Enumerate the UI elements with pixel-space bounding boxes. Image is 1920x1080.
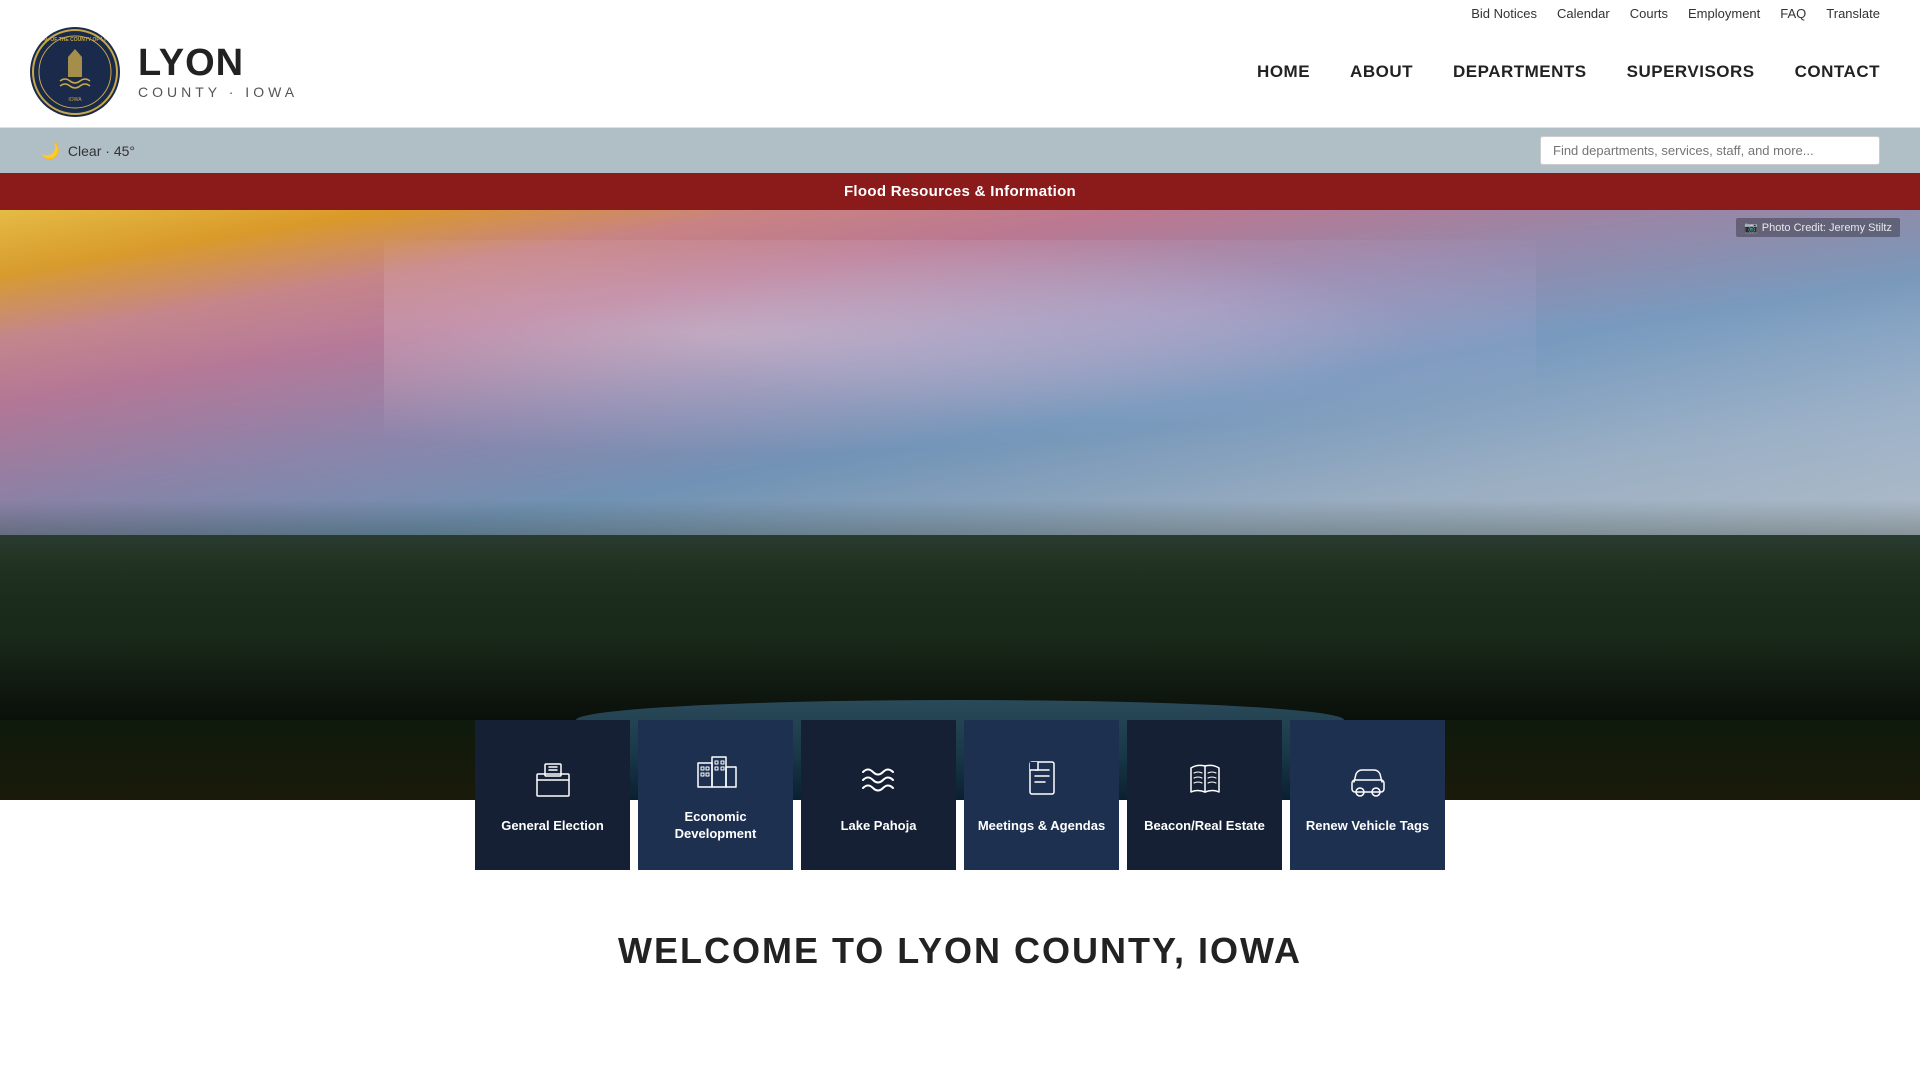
beacon-icon <box>1183 756 1227 806</box>
logo-name: LYON <box>138 43 298 85</box>
logo-subtitle: COUNTY · IOWA <box>138 85 298 100</box>
nav-contact[interactable]: CONTACT <box>1795 62 1880 82</box>
nav-about[interactable]: ABOUT <box>1350 62 1413 82</box>
county-seal[interactable]: SEAL OF THE COUNTY OF LYON IOWA <box>30 27 120 117</box>
alert-banner[interactable]: Flood Resources & Information <box>0 173 1920 210</box>
weather-text: Clear · 45° <box>68 143 135 159</box>
svg-text:IOWA: IOWA <box>68 97 82 103</box>
meetings-agendas-label: Meetings & Agendas <box>978 818 1105 835</box>
camera-icon: 📷 <box>1744 221 1758 234</box>
photo-credit: 📷 Photo Credit: Jeremy Stiltz <box>1736 218 1900 237</box>
beacon-real-estate-label: Beacon/Real Estate <box>1144 818 1265 835</box>
quick-link-renew-vehicle-tags[interactable]: Renew Vehicle Tags <box>1290 720 1445 870</box>
search-input[interactable] <box>1540 136 1880 165</box>
hero-image: 📷 Photo Credit: Jeremy Stiltz <box>0 210 1920 800</box>
alert-text: Flood Resources & Information <box>844 183 1076 200</box>
economic-development-label: Economic Development <box>648 809 783 843</box>
logo-text: LYON COUNTY · IOWA <box>138 43 298 100</box>
photo-credit-text: Photo Credit: Jeremy Stiltz <box>1762 222 1892 234</box>
logo-area: SEAL OF THE COUNTY OF LYON IOWA LYON COU… <box>30 27 298 117</box>
tree-silhouette <box>0 500 1920 720</box>
quick-links-grid: General Election Economic Development <box>0 720 1920 870</box>
meetings-icon <box>1020 756 1064 806</box>
utility-link-faq[interactable]: FAQ <box>1780 6 1806 21</box>
utility-link-employment[interactable]: Employment <box>1688 6 1760 21</box>
welcome-title: WELCOME TO LYON COUNTY, IOWA <box>40 930 1880 972</box>
svg-text:SEAL OF THE COUNTY OF LYON: SEAL OF THE COUNTY OF LYON <box>36 37 115 43</box>
nav-supervisors[interactable]: SUPERVISORS <box>1627 62 1755 82</box>
quick-link-lake-pahoja[interactable]: Lake Pahoja <box>801 720 956 870</box>
quick-link-beacon-real-estate[interactable]: Beacon/Real Estate <box>1127 720 1282 870</box>
quick-link-economic-development[interactable]: Economic Development <box>638 720 793 870</box>
main-navigation: HOME ABOUT DEPARTMENTS SUPERVISORS CONTA… <box>1257 62 1880 82</box>
nav-home[interactable]: HOME <box>1257 62 1310 82</box>
lake-icon <box>857 756 901 806</box>
weather-icon: 🌙 <box>40 141 60 161</box>
election-icon <box>531 756 575 806</box>
renew-vehicle-tags-label: Renew Vehicle Tags <box>1306 818 1429 835</box>
utility-link-translate[interactable]: Translate <box>1826 6 1880 21</box>
utility-link-courts[interactable]: Courts <box>1630 6 1668 21</box>
quick-link-meetings-agendas[interactable]: Meetings & Agendas <box>964 720 1119 870</box>
lake-pahoja-label: Lake Pahoja <box>841 818 917 835</box>
weather-search-bar: 🌙 Clear · 45° <box>0 128 1920 173</box>
utility-link-bid-notices[interactable]: Bid Notices <box>1471 6 1537 21</box>
welcome-section: WELCOME TO LYON COUNTY, IOWA <box>0 870 1920 1012</box>
utility-bar: Bid Notices Calendar Courts Employment F… <box>0 0 1920 27</box>
economic-icon <box>694 747 738 797</box>
vehicle-icon <box>1346 756 1390 806</box>
weather-widget: 🌙 Clear · 45° <box>40 141 135 161</box>
nav-departments[interactable]: DEPARTMENTS <box>1453 62 1587 82</box>
utility-link-calendar[interactable]: Calendar <box>1557 6 1610 21</box>
site-header: SEAL OF THE COUNTY OF LYON IOWA LYON COU… <box>0 27 1920 128</box>
quick-link-general-election[interactable]: General Election <box>475 720 630 870</box>
general-election-label: General Election <box>501 818 604 835</box>
